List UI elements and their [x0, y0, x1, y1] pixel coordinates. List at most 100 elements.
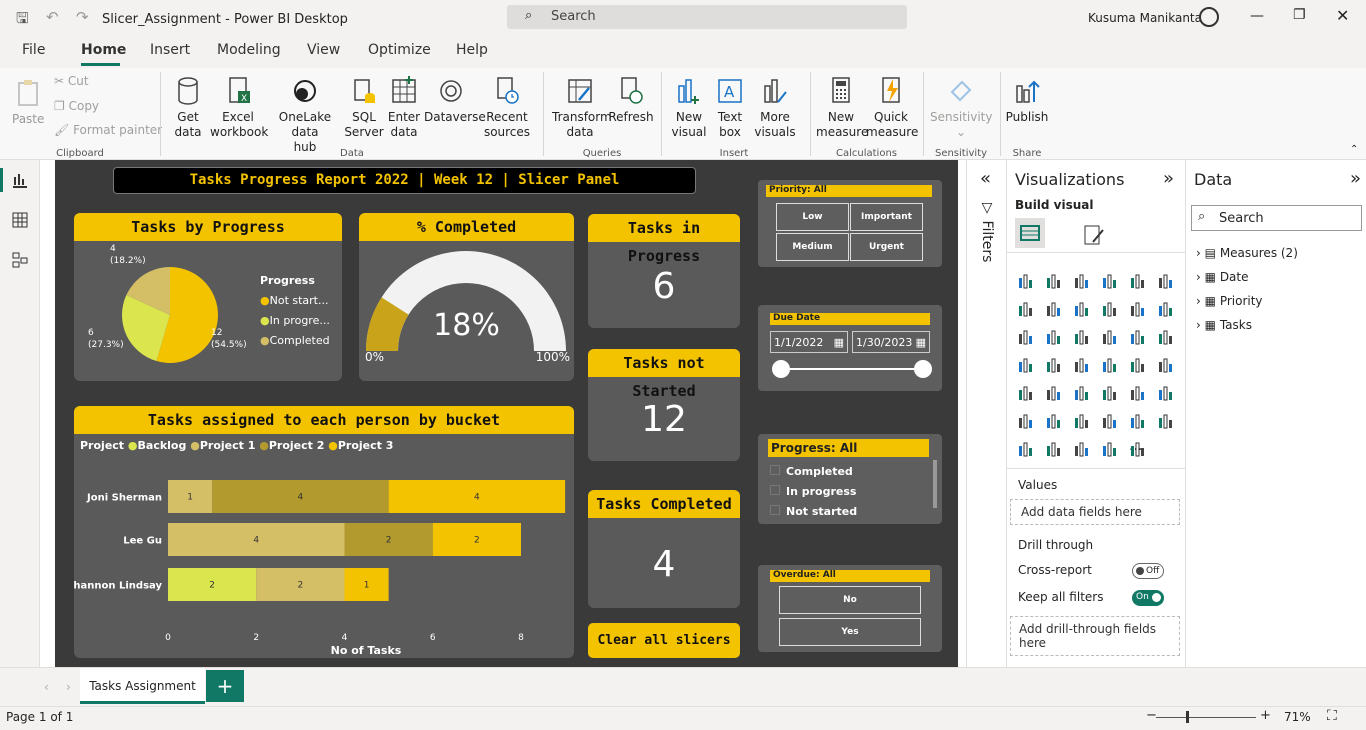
- visual-type-icon[interactable]: [1101, 356, 1119, 374]
- visual-type-icon[interactable]: [1017, 272, 1035, 290]
- visual-type-icon[interactable]: [1101, 328, 1119, 346]
- fit-to-page-icon[interactable]: ⛶: [1327, 708, 1337, 724]
- legend-label[interactable]: Project 2: [269, 439, 325, 452]
- overdue-slicer[interactable]: Overdue: All No Yes: [758, 565, 942, 652]
- new-visual-button[interactable]: New visual: [668, 76, 710, 140]
- minimize-icon[interactable]: —: [1250, 8, 1264, 24]
- menu-home[interactable]: Home: [81, 42, 126, 58]
- calendar-icon[interactable]: ▦: [834, 336, 844, 349]
- date-start-handle[interactable]: [772, 360, 790, 378]
- slicer-option[interactable]: Completed: [770, 462, 857, 482]
- visual-type-icon[interactable]: [1045, 440, 1063, 458]
- visual-type-icon[interactable]: [1073, 440, 1091, 458]
- due-date-slicer[interactable]: Due Date 1/1/2022 ▦ 1/30/2023 ▦: [758, 305, 942, 391]
- date-range-track[interactable]: [780, 368, 924, 370]
- checkbox[interactable]: [770, 465, 780, 475]
- refresh-button[interactable]: Refresh: [608, 76, 654, 125]
- clear-slicers-button[interactable]: Clear all slicers: [588, 623, 740, 658]
- legend-item[interactable]: ●In progre...: [260, 311, 330, 331]
- end-date-input[interactable]: 1/30/2023 ▦: [852, 331, 930, 353]
- visual-type-icon[interactable]: [1073, 328, 1091, 346]
- user-name[interactable]: Kusuma Manikanta: [1088, 11, 1202, 25]
- onelake-button[interactable]: OneLake data hub: [266, 76, 344, 155]
- legend-label[interactable]: Project 1: [200, 439, 256, 452]
- visual-type-icon[interactable]: [1157, 412, 1175, 430]
- restore-icon[interactable]: ❐: [1293, 7, 1306, 23]
- close-icon[interactable]: ✕: [1336, 6, 1349, 25]
- visual-type-icon[interactable]: [1129, 412, 1147, 430]
- menu-help[interactable]: Help: [456, 42, 488, 58]
- values-drop-zone[interactable]: Add data fields here: [1010, 499, 1180, 525]
- visual-type-icon[interactable]: [1101, 384, 1119, 402]
- get-data-button[interactable]: Get data: [168, 76, 208, 140]
- redo-icon[interactable]: ↷: [76, 8, 89, 26]
- cross-report-toggle[interactable]: Off: [1132, 563, 1164, 579]
- data-search-input[interactable]: ⌕ Search: [1191, 205, 1362, 231]
- model-view-icon[interactable]: [12, 252, 28, 268]
- report-view-icon[interactable]: [12, 172, 28, 188]
- visual-type-icon[interactable]: [1129, 328, 1147, 346]
- tab-tasks-assignment[interactable]: Tasks Assignment: [80, 668, 205, 704]
- legend-label[interactable]: Backlog: [138, 439, 187, 452]
- calendar-icon[interactable]: ▦: [916, 336, 926, 349]
- filters-label[interactable]: ▽ Filters: [979, 200, 995, 262]
- visual-type-icon[interactable]: [1045, 272, 1063, 290]
- undo-icon[interactable]: ↶: [46, 8, 59, 26]
- copy-button[interactable]: ❐ Copy: [54, 99, 99, 114]
- slicer-option[interactable]: In progress: [770, 482, 857, 502]
- avatar-icon[interactable]: [1199, 7, 1219, 27]
- transform-data-button[interactable]: Transform data: [552, 76, 612, 140]
- cut-button[interactable]: ✂ Cut: [54, 74, 89, 89]
- visual-type-icon[interactable]: [1157, 328, 1175, 346]
- visual-type-icon[interactable]: [1045, 384, 1063, 402]
- visual-type-icon[interactable]: [1073, 412, 1091, 430]
- menu-insert[interactable]: Insert: [150, 42, 190, 58]
- start-date-input[interactable]: 1/1/2022 ▦: [770, 331, 848, 353]
- menu-modeling[interactable]: Modeling: [217, 42, 281, 58]
- priority-slicer[interactable]: Priority: All Low Important Medium Urgen…: [758, 180, 942, 267]
- slicer-option[interactable]: Medium: [776, 233, 849, 261]
- slicer-option[interactable]: Not started: [770, 502, 857, 522]
- progress-slicer[interactable]: Progress: All Completed In progress Not …: [758, 434, 942, 524]
- visual-type-icon[interactable]: [1129, 440, 1147, 458]
- drill-through-drop-zone[interactable]: Add drill-through fields here: [1010, 616, 1180, 656]
- legend-item[interactable]: ●Completed: [260, 331, 330, 351]
- dataverse-button[interactable]: Dataverse: [424, 76, 486, 125]
- checkbox[interactable]: [770, 485, 780, 495]
- field-measures[interactable]: › ▤ Measures (2): [1196, 246, 1298, 260]
- filters-pane[interactable]: « ▽ Filters: [966, 160, 1006, 667]
- field-date[interactable]: › ▦ Date: [1196, 270, 1249, 284]
- legend-label[interactable]: Project 3: [338, 439, 394, 452]
- visual-type-icon[interactable]: [1017, 356, 1035, 374]
- search-box[interactable]: ⌕ Search: [507, 5, 907, 29]
- field-priority[interactable]: › ▦ Priority: [1196, 294, 1263, 308]
- visual-type-icon[interactable]: [1101, 272, 1119, 290]
- build-visual-tab[interactable]: [1015, 218, 1045, 248]
- pie-card[interactable]: Tasks by Progress 12 (54.5%) 6 (27.3%) 4 (18.…: [74, 213, 342, 381]
- visual-type-icon[interactable]: [1017, 412, 1035, 430]
- checkbox[interactable]: [770, 505, 780, 515]
- expand-icon[interactable]: »: [1350, 168, 1361, 189]
- add-page-button[interactable]: +: [206, 670, 244, 702]
- visual-type-icon[interactable]: [1017, 384, 1035, 402]
- next-page-icon[interactable]: ›: [66, 680, 71, 694]
- visual-type-icon[interactable]: [1157, 272, 1175, 290]
- scrollbar[interactable]: [933, 460, 937, 508]
- excel-button[interactable]: X Excel workbook: [210, 76, 268, 140]
- visual-type-icon[interactable]: [1045, 300, 1063, 318]
- visual-type-icon[interactable]: [1045, 328, 1063, 346]
- expand-icon[interactable]: »: [1163, 168, 1174, 189]
- visual-type-icon[interactable]: [1129, 272, 1147, 290]
- visual-type-icon[interactable]: [1017, 328, 1035, 346]
- menu-view[interactable]: View: [307, 42, 340, 58]
- format-visual-icon[interactable]: [1081, 222, 1107, 248]
- new-measure-button[interactable]: New measure: [816, 76, 868, 140]
- slicer-option[interactable]: Urgent: [850, 233, 923, 261]
- visual-type-icon[interactable]: [1157, 300, 1175, 318]
- text-box-button[interactable]: A Text box: [712, 76, 748, 140]
- bar-chart[interactable]: Joni Sherman 1 4 4 Lee Gu 4 2 2 Shannon Lindsay 2…: [74, 456, 574, 658]
- recent-sources-button[interactable]: Recent sources: [480, 76, 534, 140]
- visual-type-icon[interactable]: [1045, 412, 1063, 430]
- menu-file[interactable]: File: [22, 42, 45, 58]
- paste-button[interactable]: Paste: [12, 78, 44, 127]
